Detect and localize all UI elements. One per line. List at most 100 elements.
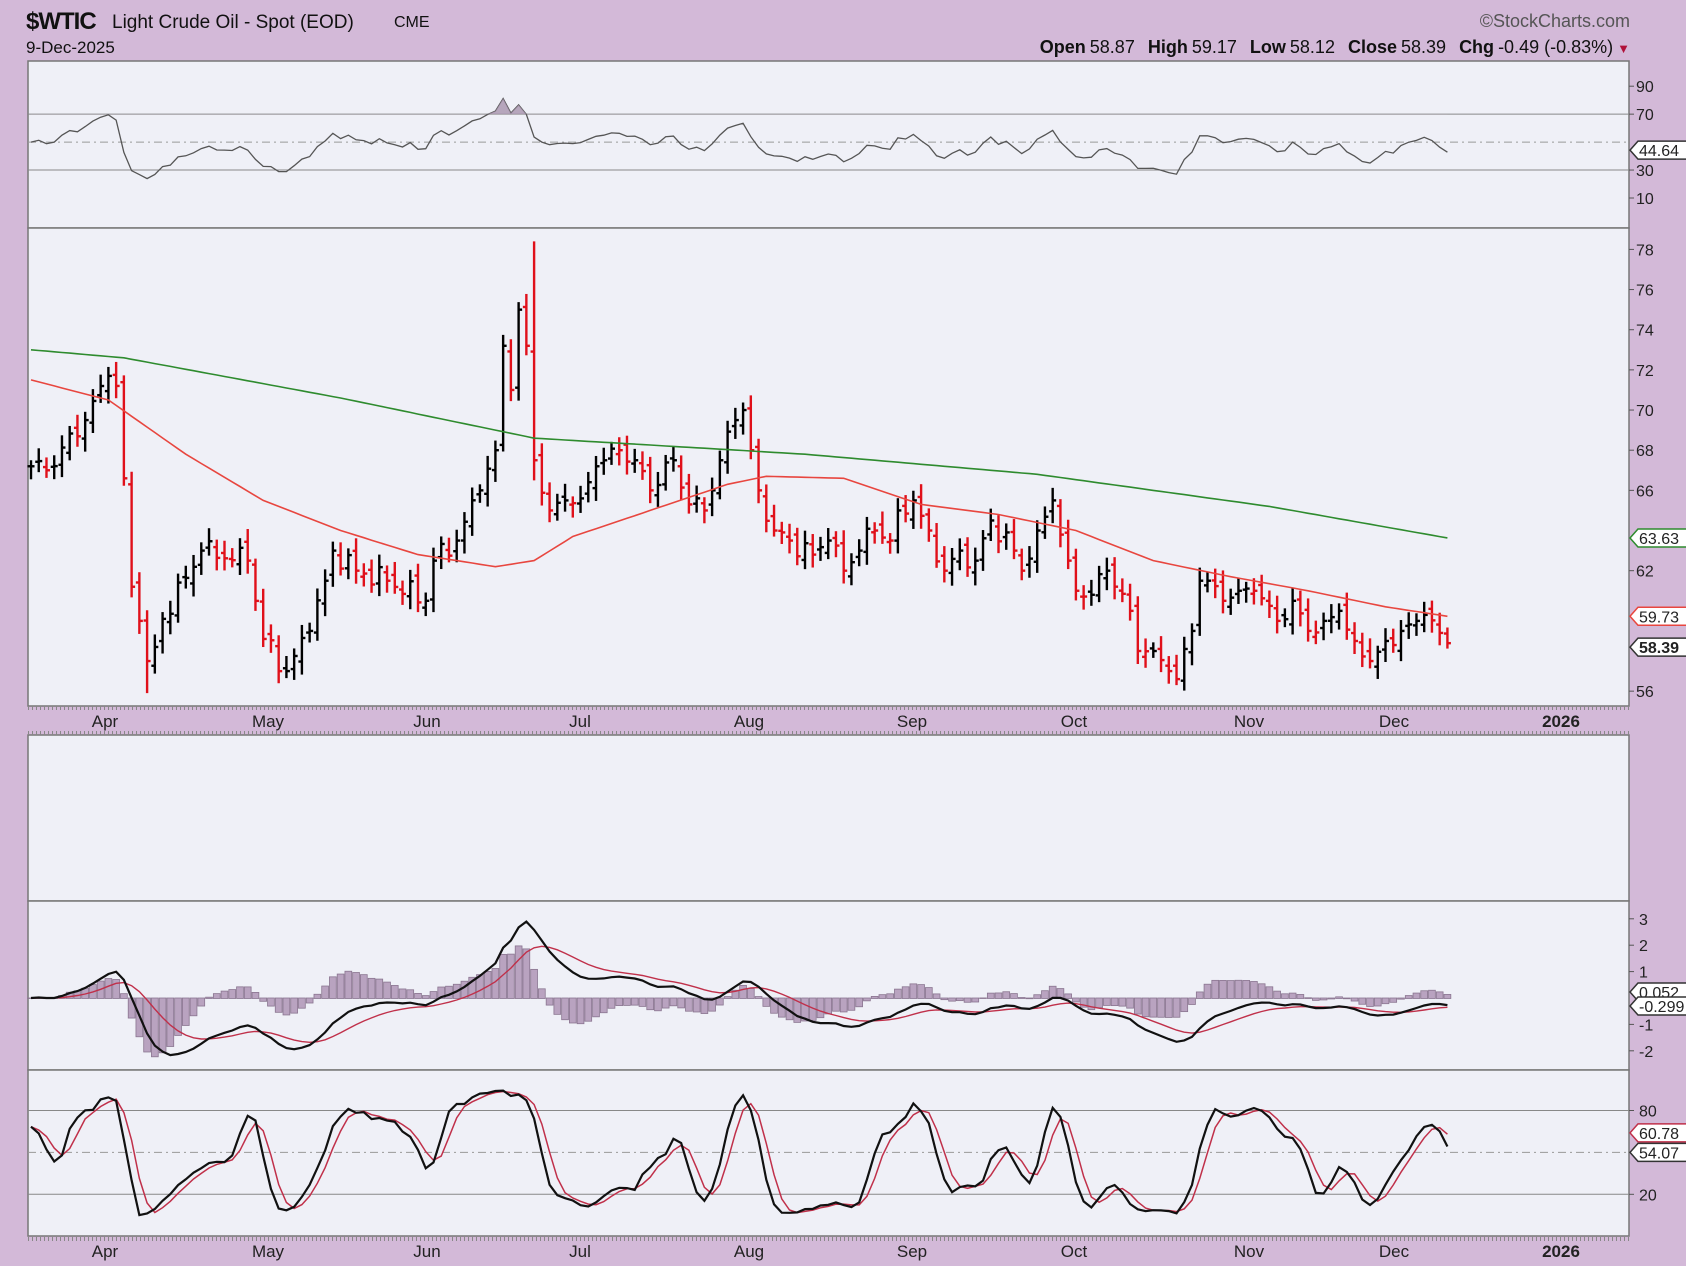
macd-hist-bar <box>1327 997 1336 1000</box>
stoch-value-tag-text: 54.07 <box>1639 1145 1679 1162</box>
macd-hist-bar <box>1126 997 1134 1009</box>
rsi-tick-label: 90 <box>1636 79 1654 96</box>
macd-hist-bar <box>569 997 577 1024</box>
macd-hist-bar <box>716 997 724 1006</box>
macd-hist-bar <box>398 988 407 999</box>
month-label-bottom: May <box>252 1242 285 1261</box>
macd-hist-bar <box>1149 997 1158 1018</box>
macd-hist-bar <box>894 988 902 999</box>
macd-value-tag: -0.299 <box>1628 996 1686 1016</box>
macd-hist-bar <box>677 997 685 1009</box>
macd-hist-bar <box>1017 997 1026 999</box>
month-label-bottom: 2026 <box>1542 1242 1580 1261</box>
price-tick-label: 74 <box>1636 323 1654 340</box>
macd-hist-bar <box>259 997 267 1002</box>
macd-hist-bar <box>1072 997 1080 1003</box>
macd-hist-bar <box>816 997 825 1019</box>
macd-hist-bar <box>886 993 894 999</box>
month-label-top: 2026 <box>1542 712 1580 731</box>
macd-hist-bar <box>112 979 120 999</box>
panel-stoch <box>27 1069 1630 1237</box>
macd-hist-bar <box>336 973 345 999</box>
macd-hist-bar <box>1025 997 1034 1000</box>
macd-hist-bar <box>1296 994 1305 999</box>
rsi-value-tag-text: 44.64 <box>1639 143 1679 160</box>
month-label-bottom: Sep <box>897 1242 927 1261</box>
month-label-bottom: Dec <box>1379 1242 1410 1261</box>
macd-hist-bar <box>1103 997 1111 1006</box>
macd-hist-bar <box>956 997 964 1002</box>
macd-hist-bar <box>1242 980 1250 999</box>
chart-canvas[interactable]: Apr Apr May May Jun Jun Jul Jul Aug Aug Sep Sep Oct O… <box>0 0 1686 1266</box>
macd-hist-bar <box>104 978 113 999</box>
macd-hist-bar <box>1164 997 1173 1018</box>
macd-hist-bar <box>762 997 771 1007</box>
macd-hist-bar <box>298 997 306 1009</box>
macd-tick-label: -2 <box>1639 1044 1653 1061</box>
price-tick-label: 76 <box>1636 283 1654 300</box>
macd-hist-bar <box>615 997 624 1006</box>
macd-hist-bar <box>143 997 151 1053</box>
macd-hist-bar <box>986 992 995 999</box>
macd-hist-bar <box>158 997 167 1054</box>
macd-hist-bar <box>1404 995 1413 999</box>
macd-hist-bar <box>197 997 206 1007</box>
macd-hist-bar <box>1110 997 1119 1007</box>
macd-hist-bar <box>1335 996 1343 999</box>
month-label-top: Jun <box>413 712 440 731</box>
macd-hist-bar <box>321 985 329 999</box>
macd-hist-bar <box>994 992 1003 999</box>
stoch-tick-label: 80 <box>1639 1103 1657 1120</box>
last-close-tag-text: 58.39 <box>1639 640 1679 657</box>
macd-hist-bar <box>940 997 949 1001</box>
price-tick-label: 62 <box>1636 564 1654 581</box>
month-label-bottom: Nov <box>1234 1242 1265 1261</box>
macd-hist-bar <box>654 997 662 1012</box>
macd-hist-bar <box>414 993 422 999</box>
macd-hist-bar <box>870 996 879 999</box>
macd-hist-bar <box>1234 979 1243 999</box>
macd-hist-bar <box>932 993 941 999</box>
macd-hist-bar <box>824 997 833 1015</box>
rsi-tick-label: 70 <box>1636 107 1654 124</box>
macd-hist-bar <box>832 997 840 1012</box>
macd-hist-bar <box>1134 997 1142 1015</box>
macd-hist-bar <box>1118 997 1127 1007</box>
macd-hist-bar <box>1389 997 1398 1003</box>
macd-hist-bar <box>212 993 221 999</box>
macd-hist-bar <box>1273 990 1281 999</box>
macd-hist-bar <box>1443 994 1452 999</box>
macd-hist-bar <box>1420 990 1429 999</box>
macd-hist-bar <box>692 997 701 1013</box>
macd-hist-bar <box>599 997 608 1014</box>
macd-hist-bar <box>909 983 918 999</box>
macd-hist-bar <box>685 997 693 1012</box>
ma50-value-tag-text: 59.73 <box>1639 609 1679 626</box>
macd-hist-bar <box>538 988 546 999</box>
price-tick-label: 68 <box>1636 443 1654 460</box>
macd-hist-bar <box>623 997 631 1006</box>
stoch-tick-label: 20 <box>1639 1187 1657 1204</box>
macd-hist-bar <box>638 997 647 1007</box>
price-tick-label: 70 <box>1636 403 1654 420</box>
macd-hist-bar <box>917 984 925 999</box>
macd-hist-bar <box>1250 981 1258 999</box>
macd-hist-bar <box>669 997 678 1007</box>
macd-hist-bar <box>421 995 430 999</box>
macd-hist-bar <box>1064 993 1072 999</box>
macd-hist-bar <box>1373 997 1382 1007</box>
rsi-tick-label: 10 <box>1636 191 1654 208</box>
month-label-bottom: Jun <box>413 1242 440 1261</box>
macd-hist-bar <box>1211 979 1220 999</box>
macd-hist-bar <box>1188 997 1196 1005</box>
rsi-tick-label: 30 <box>1636 163 1654 180</box>
stoch-d-tag-text: 60.78 <box>1639 1126 1679 1143</box>
rsi-value-tag: 44.64 <box>1628 140 1686 160</box>
macd-hist-bar <box>1048 985 1057 999</box>
macd-hist-bar <box>863 997 871 1002</box>
macd-hist-bar <box>576 997 585 1025</box>
panel-blank <box>27 734 1630 902</box>
macd-hist-bar <box>282 997 291 1016</box>
macd-tick-label: 1 <box>1639 965 1648 982</box>
macd-hist-bar <box>1141 997 1150 1018</box>
